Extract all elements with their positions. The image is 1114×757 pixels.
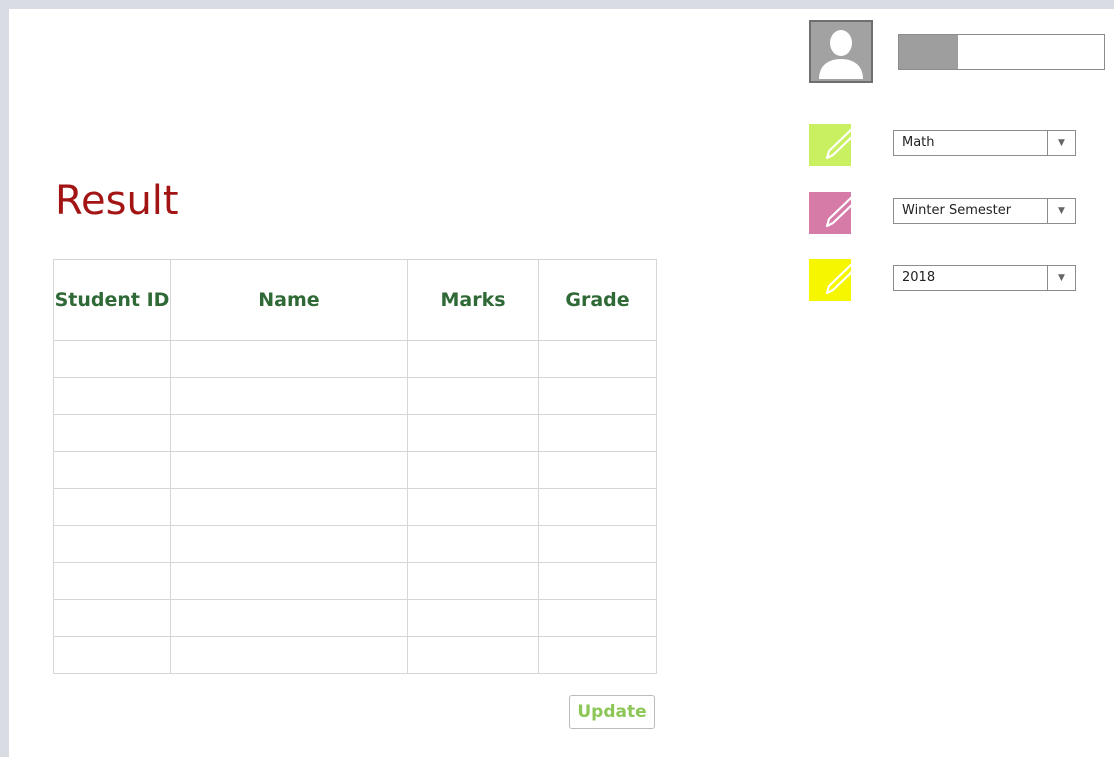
column-header-marks[interactable]: Marks [407,259,539,341]
table-cell[interactable] [407,562,539,600]
subject-swatch[interactable] [809,124,859,166]
table-cell[interactable] [407,340,539,378]
table-cell[interactable] [53,636,171,674]
chevron-down-icon[interactable]: ▼ [1047,131,1075,155]
table-cell[interactable] [170,340,408,378]
table-cell[interactable] [407,451,539,489]
edit-pencil-icon [809,124,859,166]
table-row[interactable] [53,451,657,489]
column-header-name[interactable]: Name [170,259,408,341]
table-cell[interactable] [538,599,657,637]
chevron-down-icon[interactable]: ▼ [1047,266,1075,290]
table-cell[interactable] [538,451,657,489]
table-cell[interactable] [538,414,657,452]
table-cell[interactable] [53,377,171,415]
table-cell[interactable] [407,599,539,637]
table-cell[interactable] [170,451,408,489]
table-cell[interactable] [407,525,539,563]
user-silhouette-icon [819,30,863,79]
table-cell[interactable] [170,525,408,563]
semester-swatch[interactable] [809,192,859,234]
table-cell[interactable] [538,377,657,415]
table-cell[interactable] [538,636,657,674]
table-cell[interactable] [53,488,171,526]
table-cell[interactable] [407,488,539,526]
progress-bar [898,34,1105,70]
table-cell[interactable] [53,414,171,452]
table-cell[interactable] [407,414,539,452]
table-header-row: Student ID Name Marks Grade [53,259,657,341]
chevron-down-icon[interactable]: ▼ [1047,199,1075,223]
table-cell[interactable] [170,562,408,600]
table-cell[interactable] [538,488,657,526]
column-header-student-id[interactable]: Student ID [53,259,171,341]
table-cell[interactable] [407,636,539,674]
table-cell[interactable] [538,340,657,378]
table-cell[interactable] [538,562,657,600]
progress-fill [899,35,959,69]
table-row[interactable] [53,525,657,563]
page-title: Result [55,178,179,224]
subject-select[interactable]: Math ▼ [893,130,1076,156]
table-cell[interactable] [53,599,171,637]
table-cell[interactable] [170,599,408,637]
column-header-grade[interactable]: Grade [538,259,657,341]
table-row[interactable] [53,377,657,415]
table-row[interactable] [53,562,657,600]
table-row[interactable] [53,414,657,452]
table-cell[interactable] [407,377,539,415]
table-row[interactable] [53,636,657,674]
table-cell[interactable] [53,451,171,489]
table-cell[interactable] [170,377,408,415]
table-cell[interactable] [538,525,657,563]
semester-select[interactable]: Winter Semester ▼ [893,198,1076,224]
year-swatch[interactable] [809,259,859,301]
edit-pencil-icon [809,192,859,234]
user-avatar[interactable] [809,20,873,83]
table-row[interactable] [53,488,657,526]
table-cell[interactable] [53,525,171,563]
table-cell[interactable] [170,636,408,674]
table-cell[interactable] [170,414,408,452]
table-cell[interactable] [53,562,171,600]
results-table: Student ID Name Marks Grade [53,259,657,674]
table-cell[interactable] [53,340,171,378]
table-row[interactable] [53,340,657,378]
table-row[interactable] [53,599,657,637]
table-cell[interactable] [170,488,408,526]
edit-pencil-icon [809,259,859,301]
year-select[interactable]: 2018 ▼ [893,265,1076,291]
update-button[interactable]: Update [569,695,655,729]
